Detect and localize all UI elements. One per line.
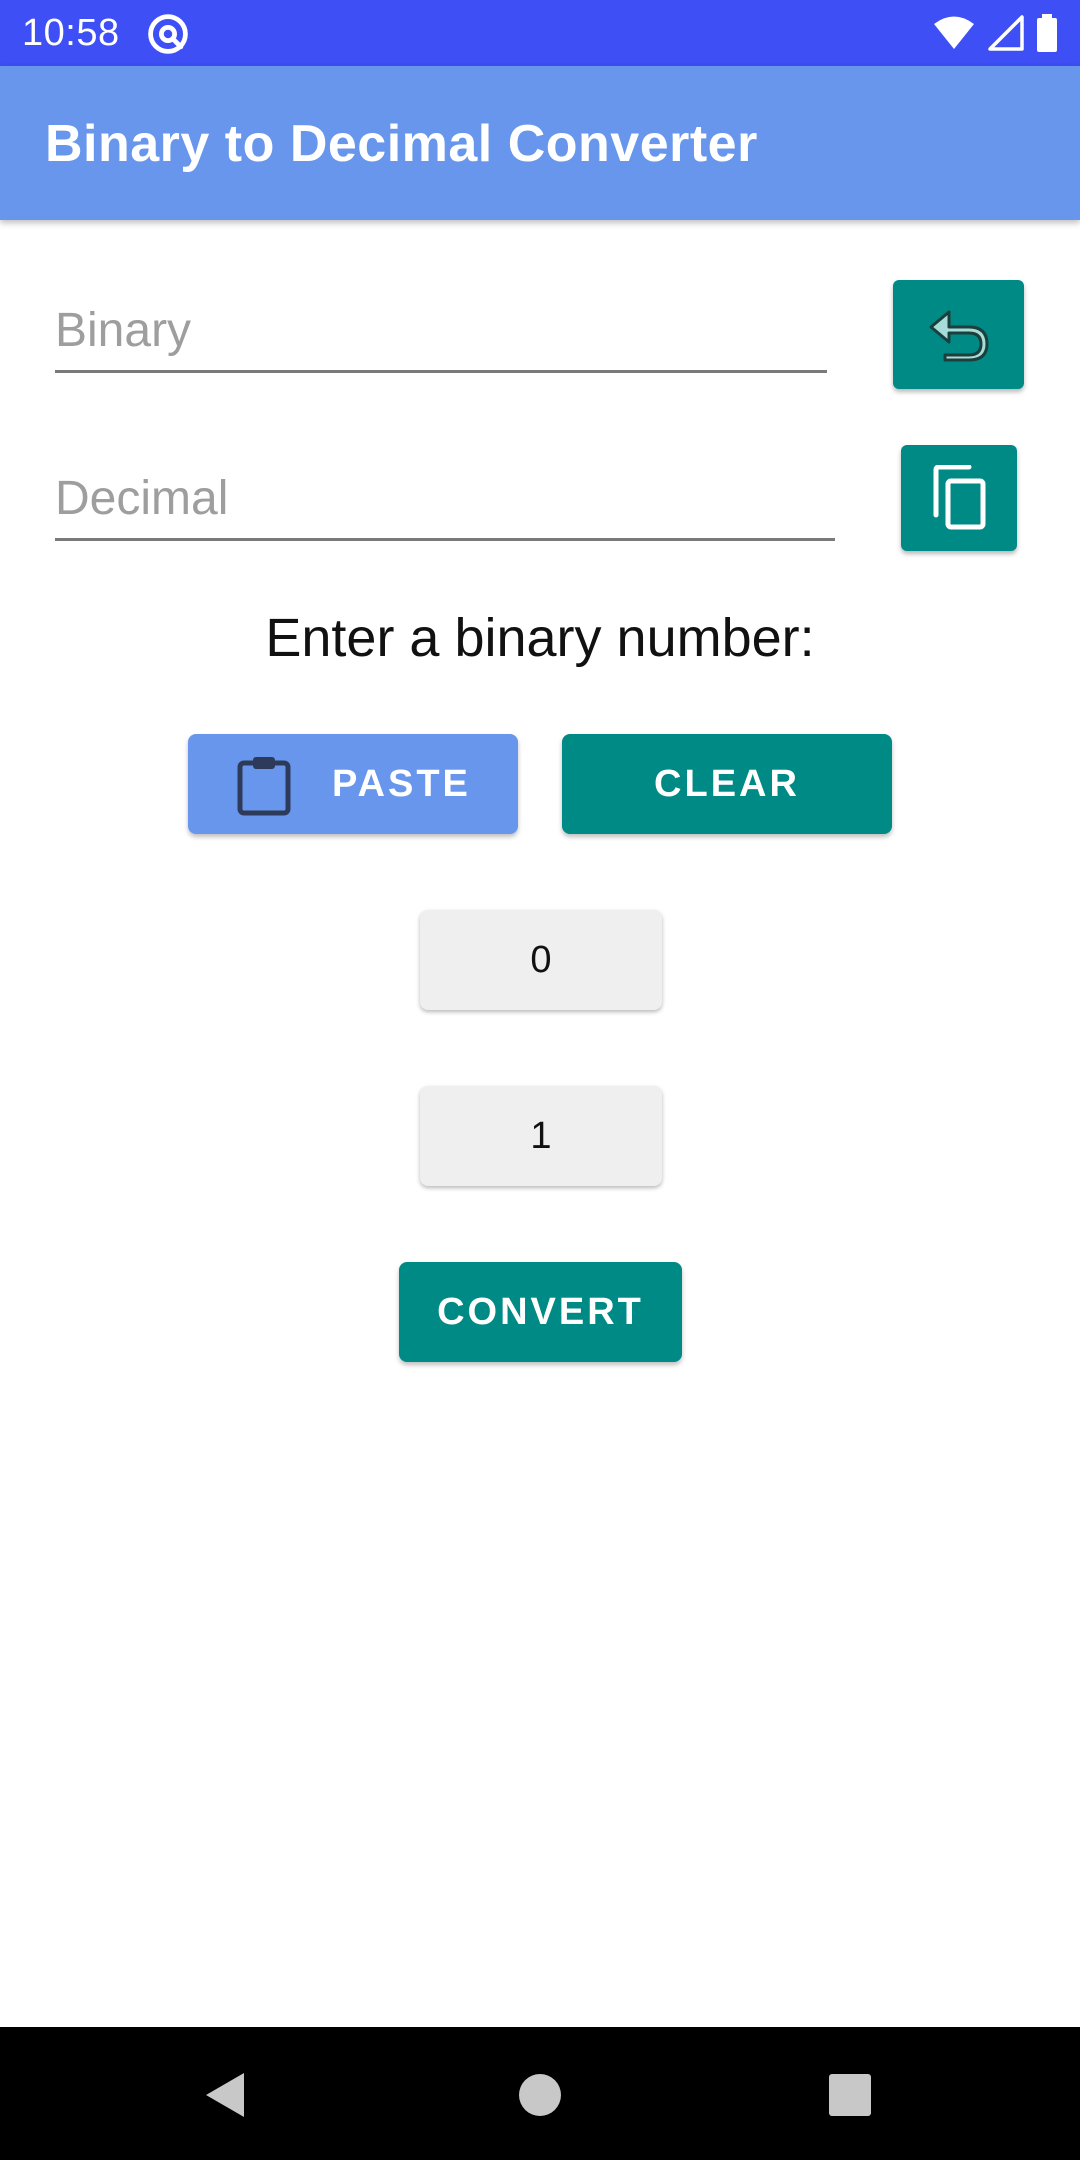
home-icon[interactable] [514, 2069, 566, 2121]
status-time: 10:58 [22, 12, 120, 54]
battery-icon [1037, 14, 1057, 52]
clear-button[interactable]: CLEAR [562, 734, 892, 834]
decimal-field[interactable] [55, 458, 835, 541]
digit-one-button[interactable]: 1 [420, 1086, 662, 1186]
binary-input[interactable] [55, 290, 827, 370]
undo-icon [929, 310, 988, 361]
copy-button[interactable] [901, 445, 1017, 551]
prompt-label: Enter a binary number: [265, 608, 815, 668]
navigation-bar [0, 2027, 1080, 2160]
signal-icon [988, 15, 1024, 51]
digit-zero-button[interactable]: 0 [420, 910, 662, 1010]
status-icons [932, 14, 1058, 52]
recents-icon[interactable] [824, 2069, 876, 2121]
wifi-icon [934, 16, 974, 49]
undo-button[interactable] [893, 280, 1024, 389]
status-bar: 10:58 [0, 0, 1080, 66]
app-bar: Binary to Decimal Converter [0, 66, 1080, 220]
convert-button[interactable]: CONVERT [399, 1262, 682, 1362]
copy-icon [933, 465, 986, 530]
clipboard-icon [237, 757, 291, 816]
paste-button-label: PASTE [332, 763, 471, 805]
at-sign-icon [148, 14, 188, 54]
decimal-input[interactable] [55, 458, 835, 538]
app-title: Binary to Decimal Converter [45, 115, 758, 173]
back-icon[interactable] [200, 2069, 252, 2121]
binary-field[interactable] [55, 290, 827, 373]
paste-button[interactable]: PASTE [188, 734, 518, 834]
